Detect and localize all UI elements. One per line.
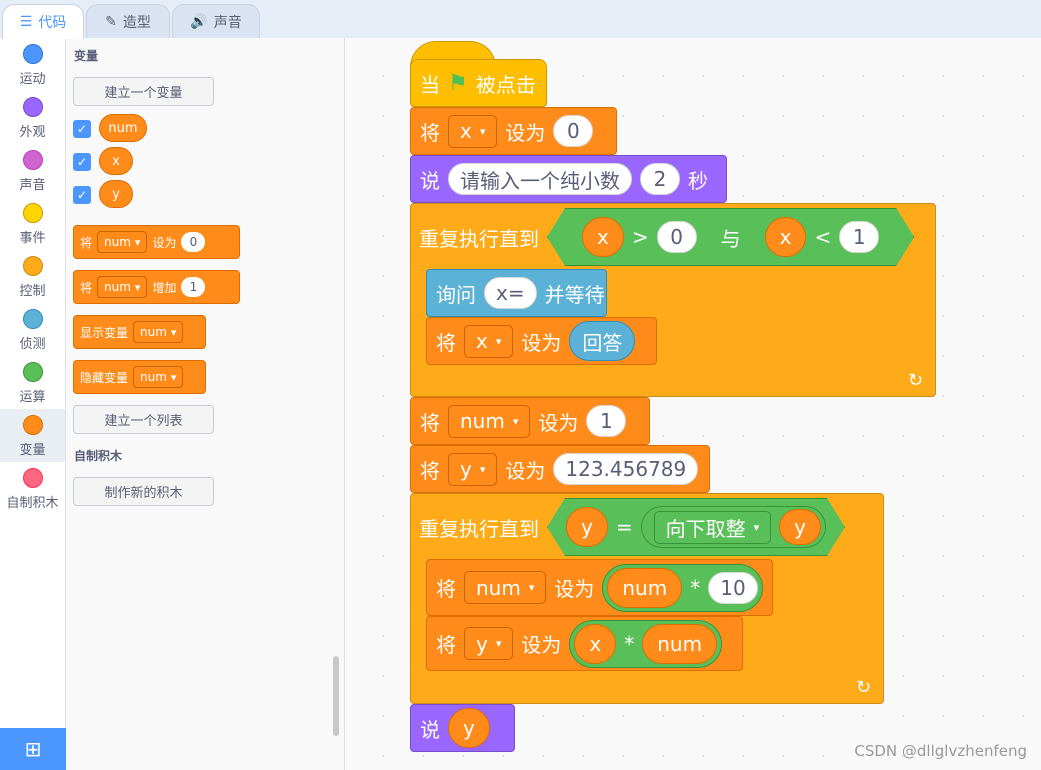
category-my-blocks[interactable]: 自制积木 [0, 462, 65, 515]
set-num-mul-var-dropdown[interactable]: num ▾ [464, 571, 547, 604]
palette-hide-var-dropdown[interactable]: num ▾ [133, 366, 184, 388]
green-flag-icon: ⚑ [448, 70, 468, 96]
num-reporter[interactable]: num [607, 567, 683, 608]
add-extension-icon: ⊞ [24, 737, 42, 761]
block-palette: 变量 建立一个变量 ✓ num ✓ x ✓ y 将 num ▾ 设为 0 将 nu… [66, 38, 345, 770]
multiply-operator-1[interactable]: num * 10 [602, 563, 763, 612]
palette-change-var-dropdown[interactable]: num ▾ [97, 276, 148, 298]
equals-operator[interactable]: y = 向下取整 ▾ y [547, 502, 845, 552]
operators-dot-icon [22, 362, 43, 382]
tab-sounds[interactable]: 🔊 声音 [172, 4, 260, 38]
say-secs-input[interactable]: 2 [640, 163, 680, 195]
say-block[interactable]: 说 y [410, 704, 515, 752]
less-than-operator[interactable]: x < 1 [749, 215, 896, 259]
events-dot-icon [22, 203, 43, 223]
say-message-input[interactable]: 请输入一个纯小数 [448, 163, 632, 195]
set-x-value[interactable]: 0 [553, 115, 594, 147]
category-variables[interactable]: 变量 [0, 409, 65, 462]
brush-icon: ✎ [105, 13, 117, 30]
lt-value[interactable]: 1 [839, 221, 879, 253]
set-num-multiply-block[interactable]: 将 num ▾ 设为 num * 10 [426, 559, 773, 616]
gt-value[interactable]: 0 [657, 221, 697, 253]
variables-dot-icon [22, 415, 43, 435]
x-reporter-2[interactable]: x [765, 217, 807, 257]
say-for-secs-block[interactable]: 说 请输入一个纯小数 2 秒 [410, 155, 727, 203]
checkbox-x[interactable]: ✓ [73, 153, 91, 171]
variable-reporter-x[interactable]: x [99, 147, 133, 175]
palette-show-var-dropdown[interactable]: num ▾ [133, 321, 184, 343]
sensing-dot-icon [22, 309, 43, 329]
set-y-block[interactable]: 将 y ▾ 设为 123.456789 [410, 445, 710, 493]
say-y-reporter[interactable]: y [448, 708, 490, 748]
variables-section-title: 变量 [74, 49, 99, 63]
palette-hide-variable-block[interactable]: 隐藏变量 num ▾ [73, 360, 206, 394]
set-x-answer-block[interactable]: 将 x ▾ 设为 回答 [426, 317, 657, 365]
palette-change-value[interactable]: 1 [181, 277, 206, 297]
palette-show-variable-block[interactable]: 显示变量 num ▾ [73, 315, 206, 349]
tab-bar: ☰ 代码 ✎ 造型 🔊 声音 [0, 0, 1041, 39]
floor-arg-y-reporter[interactable]: y [779, 509, 821, 545]
floor-operator[interactable]: 向下取整 ▾ y [641, 506, 826, 548]
motion-dot-icon [22, 44, 43, 64]
looks-dot-icon [22, 97, 43, 117]
set-y-value[interactable]: 123.456789 [553, 453, 699, 485]
set-x-block[interactable]: 将 x ▾ 设为 0 [410, 107, 617, 155]
set-num-value[interactable]: 1 [586, 405, 627, 437]
set-num-var-dropdown[interactable]: num ▾ [448, 404, 531, 438]
loop-arrow-icon: ↻ [908, 370, 924, 391]
x-reporter[interactable]: x [582, 217, 624, 257]
speaker-icon: 🔊 [190, 13, 208, 30]
make-block-button[interactable]: 制作新的积木 [73, 477, 214, 506]
tab-code[interactable]: ☰ 代码 [2, 4, 84, 39]
add-extension-button[interactable]: ⊞ [0, 728, 66, 770]
code-icon: ☰ [19, 14, 33, 30]
palette-set-value[interactable]: 0 [181, 232, 206, 252]
multiply-operator-2[interactable]: x * num [569, 619, 723, 668]
palette-set-var-dropdown[interactable]: num ▾ [97, 231, 148, 253]
x-reporter-3[interactable]: x [574, 623, 617, 664]
ask-and-wait-block[interactable]: 询问 x= 并等待 [426, 269, 607, 317]
category-looks[interactable]: 外观 [0, 91, 65, 144]
sound-dot-icon [22, 150, 43, 170]
make-list-button[interactable]: 建立一个列表 [73, 405, 214, 434]
palette-set-variable-block[interactable]: 将 num ▾ 设为 0 [73, 225, 240, 259]
palette-change-variable-block[interactable]: 将 num ▾ 增加 1 [73, 270, 240, 304]
math-func-dropdown[interactable]: 向下取整 ▾ [654, 511, 772, 544]
make-variable-button[interactable]: 建立一个变量 [73, 77, 214, 106]
set-num-block[interactable]: 将 num ▾ 设为 1 [410, 397, 650, 445]
when-flag-clicked-block[interactable]: 当 ⚑ 被点击 [410, 59, 547, 107]
num-reporter-2[interactable]: num [642, 623, 718, 664]
set-x-answer-var-dropdown[interactable]: x ▾ [464, 324, 514, 358]
tab-costumes[interactable]: ✎ 造型 [86, 4, 170, 38]
y-reporter[interactable]: y [566, 507, 608, 547]
checkbox-y[interactable]: ✓ [73, 186, 91, 204]
and-operator[interactable]: x > 0 与 x < 1 [547, 212, 914, 262]
category-control[interactable]: 控制 [0, 250, 65, 303]
variable-reporter-num[interactable]: num [99, 114, 147, 142]
set-x-var-dropdown[interactable]: x ▾ [448, 114, 498, 148]
multiply-value-10[interactable]: 10 [708, 571, 758, 604]
category-menu: 运动 外观 声音 事件 控制 侦测 运算 变量 自制积木 [0, 38, 66, 770]
watermark: CSDN @dllglvzhenfeng [854, 742, 1027, 760]
variable-reporter-y[interactable]: y [99, 180, 133, 208]
greater-than-operator[interactable]: x > 0 [566, 215, 713, 259]
my-blocks-section-title: 自制积木 [74, 449, 123, 463]
control-dot-icon [22, 256, 43, 276]
category-operators[interactable]: 运算 [0, 356, 65, 409]
set-y-mul-var-dropdown[interactable]: y ▾ [464, 627, 514, 660]
set-y-var-dropdown[interactable]: y ▾ [448, 452, 498, 486]
category-sensing[interactable]: 侦测 [0, 303, 65, 356]
answer-reporter[interactable]: 回答 [569, 321, 636, 361]
palette-scrollbar[interactable] [333, 656, 339, 736]
category-events[interactable]: 事件 [0, 197, 65, 250]
category-motion[interactable]: 运动 [0, 38, 65, 91]
my-blocks-dot-icon [22, 468, 43, 488]
loop-arrow-icon-2: ↻ [856, 677, 872, 698]
category-sound[interactable]: 声音 [0, 144, 65, 197]
checkbox-num[interactable]: ✓ [73, 120, 91, 138]
set-y-multiply-block[interactable]: 将 y ▾ 设为 x * num [426, 616, 743, 671]
ask-question-input[interactable]: x= [484, 277, 537, 309]
code-workspace[interactable]: 当 ⚑ 被点击 将 x ▾ 设为 0 说 请输入一个纯小数 2 秒 重复执行直到 … [345, 38, 1041, 770]
